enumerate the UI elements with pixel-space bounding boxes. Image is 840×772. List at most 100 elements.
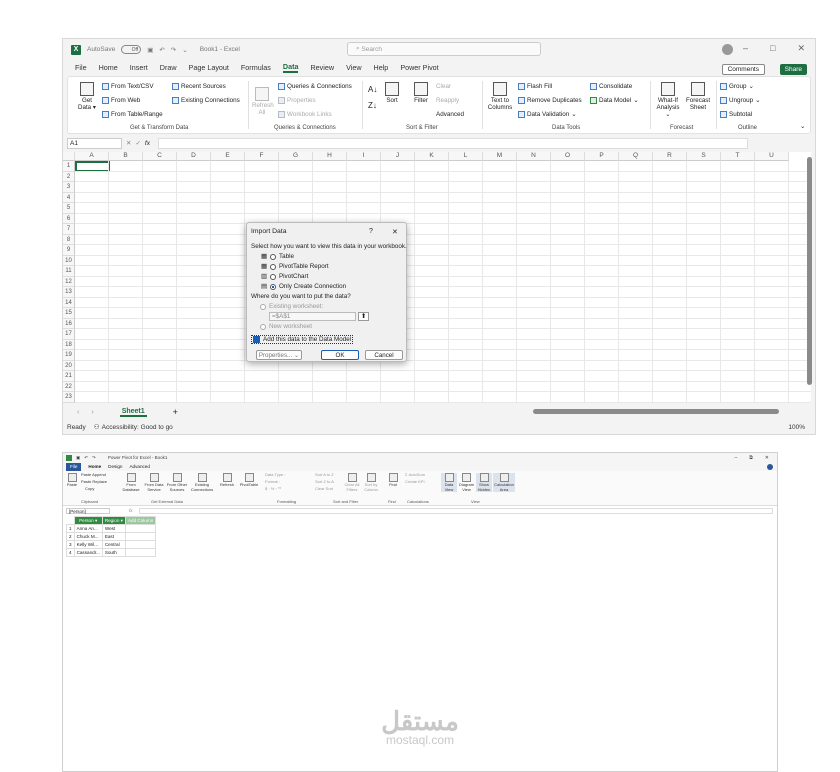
consolidate-button[interactable]: Consolidate [590, 83, 632, 90]
column-header[interactable]: B [109, 152, 143, 161]
column-header[interactable]: G [279, 152, 313, 161]
row-header[interactable]: 16 [63, 318, 75, 329]
name-box[interactable]: A1 [67, 137, 122, 149]
undo-icon[interactable]: ↶ [159, 46, 164, 54]
row-header[interactable]: 13 [63, 287, 75, 298]
autosave-toggle[interactable]: Off [121, 45, 142, 54]
what-if-analysis-button[interactable]: What-If Analysis ⌄ [654, 82, 682, 118]
row-header[interactable]: 7 [63, 224, 75, 235]
workbook-links-button[interactable]: Workbook Links [278, 111, 332, 118]
ok-button[interactable]: OK [321, 350, 359, 360]
accessibility-icon[interactable]: ⚇ [94, 423, 100, 431]
column-header[interactable]: J [381, 152, 415, 161]
properties-button[interactable]: Properties... ⌄ [256, 350, 302, 360]
pp-from-data-service-button[interactable]: From Data Service [143, 473, 165, 492]
pp-existing-connections-button[interactable]: Existing Connections [189, 473, 215, 492]
pp-paste-replace-button[interactable]: Paste Replace [81, 479, 107, 485]
pp-show-hidden-button[interactable]: Show Hidden [476, 473, 492, 492]
tab-power-pivot[interactable]: Power Pivot [400, 63, 438, 72]
reapply-button[interactable]: Reapply [436, 97, 459, 104]
column-header[interactable]: S [687, 152, 721, 161]
get-data-button[interactable]: Get Data ▾ [76, 82, 98, 111]
from-table-range-button[interactable]: From Table/Range [102, 111, 163, 118]
formula-input[interactable] [157, 137, 748, 149]
column-header[interactable]: M [483, 152, 517, 161]
pp-close-icon[interactable]: ✕ [765, 455, 769, 461]
radio-only-connection[interactable] [269, 283, 276, 290]
share-button[interactable]: Share [779, 64, 807, 75]
person-cell[interactable]: Kelly Wil... [73, 540, 103, 549]
column-header[interactable]: F [245, 152, 279, 161]
column-header[interactable]: E [211, 152, 245, 161]
column-header[interactable]: T [721, 152, 755, 161]
pp-tab-home[interactable]: Home [88, 464, 101, 469]
prev-sheet-icon[interactable]: ‹ [77, 409, 79, 416]
cancel-button[interactable]: Cancel [365, 350, 403, 360]
table-row[interactable]: 2 Chuck M... East [66, 532, 157, 541]
refresh-all-button[interactable]: Refresh All [252, 87, 274, 116]
horizontal-scrollbar[interactable] [533, 409, 779, 414]
column-header[interactable]: D [177, 152, 211, 161]
option-existing-worksheet[interactable]: Existing worksheet: [260, 303, 323, 310]
recent-sources-button[interactable]: Recent Sources [172, 83, 226, 90]
column-header[interactable]: O [551, 152, 585, 161]
column-header[interactable]: Q [619, 152, 653, 161]
queries-connections-button[interactable]: Queries & Connections [278, 83, 352, 90]
maximize-icon[interactable]: □ [770, 43, 775, 54]
row-header[interactable]: 8 [63, 234, 75, 245]
column-header[interactable]: N [517, 152, 551, 161]
from-text-csv-button[interactable]: From Text/CSV [102, 83, 154, 90]
row-header[interactable]: 4 [63, 192, 75, 203]
pp-from-other-sources-button[interactable]: From Other Sources [166, 473, 188, 492]
row-header[interactable]: 3 [63, 182, 75, 193]
range-input[interactable]: =$A$1 [269, 312, 356, 321]
pp-restore-icon[interactable]: ⧉ [749, 455, 753, 461]
sort-button[interactable]: Sort [384, 82, 400, 104]
collapse-range-icon[interactable]: ⬆ [358, 312, 369, 321]
row-header[interactable]: 10 [63, 255, 75, 266]
option-table[interactable]: ▦ Table [261, 253, 294, 260]
properties-button[interactable]: Properties [278, 97, 316, 104]
help-button[interactable]: ? [369, 228, 373, 235]
search-input[interactable]: ⌕ Search [347, 42, 541, 56]
pp-format[interactable]: Format : [265, 479, 280, 485]
from-web-button[interactable]: From Web [102, 97, 140, 104]
table-row[interactable]: 1 Anna An... West [66, 524, 157, 533]
comments-button[interactable]: Comments [721, 64, 765, 75]
advanced-button[interactable]: Advanced [436, 111, 464, 118]
radio-pivottable[interactable] [269, 263, 276, 270]
add-sheet-button[interactable]: + [173, 407, 178, 417]
worksheet-grid[interactable]: ABCDEFGHIJKLMNOPQRSTU 1 2 3 4 5 6 7 8 9 10 11 12 13 1… [63, 152, 811, 403]
add-column-cell[interactable] [124, 540, 157, 549]
column-header[interactable]: I [347, 152, 381, 161]
pp-from-database-button[interactable]: From Database [121, 473, 141, 492]
row-header[interactable]: 5 [63, 203, 75, 214]
region-cell[interactable]: East [101, 532, 126, 541]
pp-column-header-person[interactable]: Person ▾ [73, 516, 103, 525]
option-new-worksheet[interactable]: New worksheet [260, 323, 312, 330]
pp-fx-label[interactable]: fx [129, 508, 133, 513]
pp-tab-file[interactable]: File [66, 462, 82, 471]
vertical-scrollbar[interactable] [807, 157, 812, 385]
fx-label[interactable]: fx [145, 140, 150, 147]
pp-sort-by-column[interactable]: Sort by Column [362, 473, 380, 492]
confirm-formula-icon[interactable]: ✓ [135, 139, 140, 147]
table-row[interactable]: 3 Kelly Wil... Central [66, 540, 157, 549]
status-accessibility[interactable]: Accessibility: Good to go [102, 424, 173, 431]
row-header[interactable]: 11 [63, 266, 75, 277]
pp-paste-append-button[interactable]: Paste Append [81, 472, 106, 478]
existing-connections-button[interactable]: Existing Connections [172, 97, 240, 104]
tab-data[interactable]: Data [282, 62, 299, 73]
pp-calculation-area-button[interactable]: Calculation Area [493, 473, 515, 492]
tab-file[interactable]: File [75, 63, 87, 72]
pp-save-icon[interactable]: ▣ [76, 455, 80, 461]
pp-copy-button[interactable]: Copy [85, 486, 94, 492]
tab-home[interactable]: Home [99, 63, 118, 72]
sheet-tab-sheet1[interactable]: Sheet1 [119, 408, 147, 417]
pp-minimize-icon[interactable]: – [734, 455, 737, 461]
zoom-level[interactable]: 100% [788, 424, 805, 431]
collapse-ribbon-icon[interactable]: ⌄ [800, 123, 805, 130]
add-column-cell[interactable] [124, 532, 157, 541]
pp-formula-input[interactable] [139, 508, 773, 514]
customize-toolbar-icon[interactable]: ⌄ [182, 46, 187, 54]
